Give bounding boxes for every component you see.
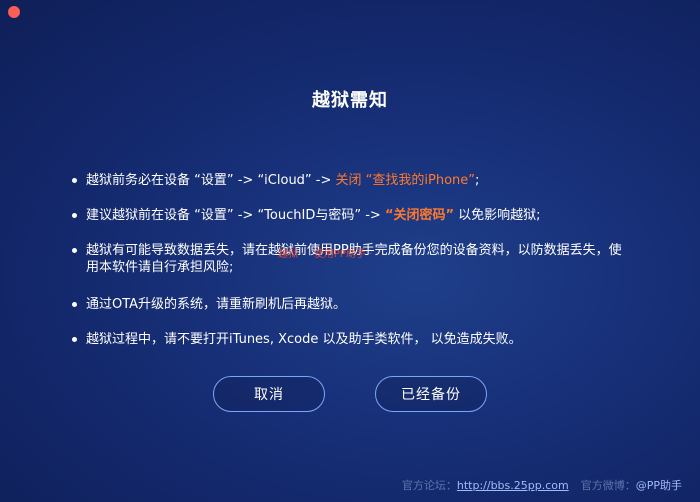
bullet-icon [72, 302, 77, 307]
weibo-link[interactable]: @PP助手 [636, 479, 682, 492]
notice-item-no-itunes: 越狱过程中，请不要打开iTunes, Xcode 以及助手类软件， 以免造成失败… [70, 331, 630, 348]
bullet-icon [72, 248, 77, 253]
notice-text: 通过OTA升级的系统，请重新刷机后再越狱。 [86, 297, 347, 312]
notice-text: 越狱过程中，请不要打开iTunes, Xcode 以及助手类软件， 以免造成失败… [86, 332, 522, 347]
notice-highlight: “关闭密码” [384, 208, 455, 223]
notice-text-end: 以免影响越狱; [454, 208, 541, 223]
notice-highlight: 关闭 “查找我的iPhone” [335, 173, 475, 188]
forum-label: 官方论坛： [401, 479, 457, 492]
backed-up-button[interactable]: 已经备份 [375, 376, 487, 412]
bullet-icon [72, 337, 77, 342]
notice-text: 越狱前务必在设备 “设置” -> “iCloud” -> [86, 173, 336, 188]
footer: 官方论坛：http://bbs.25pp.com 官方微博：@PP助手 [402, 477, 682, 493]
bullet-icon [72, 213, 77, 218]
weibo-label: 官方微博： [580, 479, 636, 492]
window-close-button[interactable] [8, 6, 20, 18]
dialog-title: 越狱需知 [312, 90, 388, 111]
forum-link[interactable]: http://bbs.25pp.com [457, 479, 569, 492]
overlay-watermark: 越狱 · · 使用PP助手 · · · [278, 249, 386, 260]
cancel-button[interactable]: 取消 [213, 376, 325, 412]
notice-text-end: ; [475, 173, 480, 188]
notice-item-icloud: 越狱前务必在设备 “设置” -> “iCloud” -> 关闭 “查找我的iPh… [70, 172, 630, 189]
notice-text: 建议越狱前在设备 “设置” -> “TouchID与密码” -> [86, 208, 385, 223]
notice-list: 越狱前务必在设备 “设置” -> “iCloud” -> 关闭 “查找我的iPh… [70, 172, 630, 366]
bullet-icon [72, 178, 77, 183]
notice-item-passcode: 建议越狱前在设备 “设置” -> “TouchID与密码” -> “关闭密码” … [70, 207, 630, 224]
notice-item-ota: 通过OTA升级的系统，请重新刷机后再越狱。 [70, 296, 630, 313]
